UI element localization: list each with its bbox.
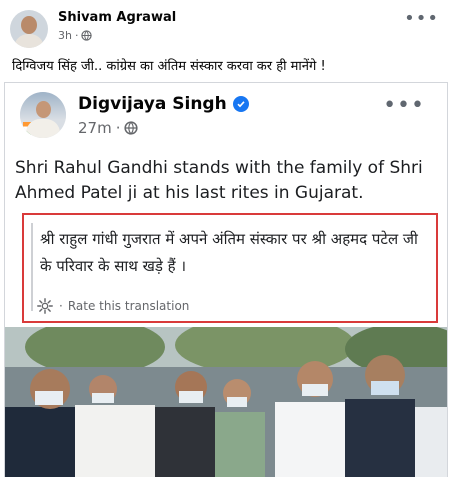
post-photo[interactable] [5,327,447,477]
post-text: दिग्विजय सिंह जी.. कांग्रेस का अंतिम संस… [12,59,326,74]
more-options-icon[interactable]: ••• [404,10,439,28]
globe-icon [81,30,93,41]
author-name[interactable]: Shivam Agrawal [58,10,176,25]
post-time[interactable]: 3h [58,29,72,42]
gear-icon[interactable] [36,297,54,315]
meta-separator: · [115,119,121,137]
meta-separator: · [74,29,79,42]
author-avatar[interactable] [10,10,48,48]
globe-icon [124,121,139,135]
shared-post-time[interactable]: 27m [78,119,112,137]
shared-post-card: Digvijaya Singh 27m · ••• Shri Rahul Gan… [4,82,448,477]
rate-translation[interactable]: · Rate this translation [36,297,189,315]
crowd-photo-illustration [5,327,447,477]
avatar-face [21,16,37,34]
shared-post-meta: 27m · [78,119,139,137]
post-meta: 3h · [58,29,93,42]
avatar-face [36,101,51,118]
rate-separator: · [59,299,63,313]
translation-highlight: श्री राहुल गांधी गुजरात में अपने अंतिम स… [22,213,438,323]
shared-author-name[interactable]: Digvijaya Singh [78,94,249,114]
translation-text: श्री राहुल गांधी गुजरात में अपने अंतिम स… [40,230,418,275]
rate-translation-label[interactable]: Rate this translation [68,299,190,313]
avatar-body [26,119,60,138]
checkmark-icon [237,101,245,108]
shared-post-text: Shri Rahul Gandhi stands with the family… [15,158,423,203]
verified-badge-icon [232,96,249,112]
shared-author-label: Digvijaya Singh [78,94,227,114]
more-options-icon[interactable]: ••• [383,93,425,118]
outer-post-header: Shivam Agrawal 3h · ••• दिग्विजय सिंह जी… [0,0,451,80]
avatar-body [14,34,44,48]
quote-bar [31,223,33,311]
shared-author-avatar[interactable] [20,92,66,138]
